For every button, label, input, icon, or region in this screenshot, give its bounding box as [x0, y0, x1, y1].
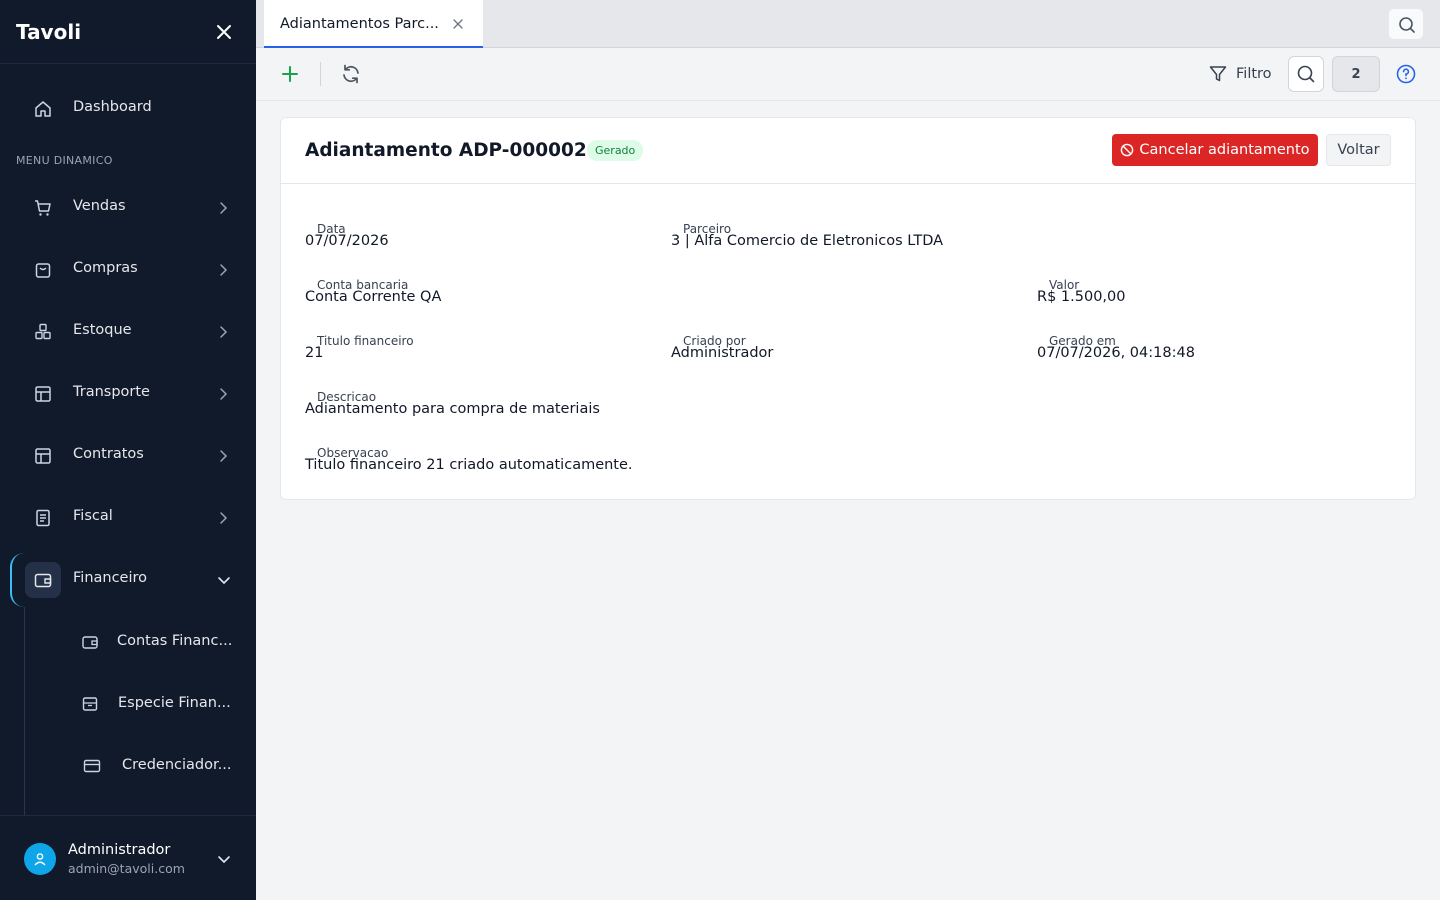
- sidebar-item-dashboard[interactable]: Dashboard: [0, 85, 256, 133]
- sidebar: Tavoli Dashboard MENU DINAMICO Vendas Co…: [0, 0, 256, 900]
- cancel-advance-label: Cancelar adiantamento: [1139, 142, 1310, 158]
- toolbar-divider: [320, 62, 321, 86]
- refresh-icon[interactable]: [339, 62, 363, 86]
- sidebar-item-label: Contratos: [73, 446, 144, 462]
- sidebar-item-compras[interactable]: Compras: [0, 246, 256, 294]
- filter-button[interactable]: Filtro: [1208, 62, 1272, 86]
- status-badge: Gerado: [587, 140, 644, 161]
- boxes-icon: [35, 323, 51, 340]
- tab-adiantamentos[interactable]: Adiantamentos Parc...: [264, 0, 483, 48]
- cart-icon: [35, 200, 51, 216]
- wallet-icon: [82, 636, 98, 649]
- layout-icon: [35, 448, 51, 464]
- sidebar-item-estoque[interactable]: Estoque: [0, 308, 256, 356]
- field-value-parceiro: 3 | Alfa Comercio de Eletronicos LTDA: [671, 233, 944, 249]
- field-value-criado: Administrador: [671, 345, 774, 361]
- receipt-icon: [36, 509, 50, 527]
- chevron-right-icon: [220, 202, 228, 214]
- field-value-observacao: Titulo financeiro 21 criado automaticame…: [305, 457, 633, 473]
- user-name: Administrador: [68, 842, 171, 858]
- help-icon[interactable]: [1396, 64, 1416, 84]
- sidebar-item-label: Estoque: [73, 322, 132, 338]
- tab-bar: Adiantamentos Parc...: [256, 0, 1440, 48]
- user-email: admin@tavoli.com: [68, 861, 185, 876]
- sidebar-subitem-label: Credenciador...: [122, 757, 232, 773]
- field-value-descricao: Adiantamento para compra de materiais: [305, 401, 600, 417]
- sidebar-item-label: Fiscal: [73, 508, 113, 524]
- sidebar-item-contratos[interactable]: Contratos: [0, 432, 256, 480]
- detail-card: Adiantamento ADP-000002 Gerado Cancelar …: [280, 117, 1416, 500]
- chevron-down-icon: [218, 577, 230, 585]
- back-button[interactable]: Voltar: [1326, 134, 1391, 166]
- layout-icon: [35, 386, 51, 402]
- record-count-badge[interactable]: 2: [1332, 56, 1380, 92]
- chevron-right-icon: [220, 450, 228, 462]
- chevron-right-icon: [220, 326, 228, 338]
- chevron-down-icon[interactable]: [216, 851, 232, 867]
- cancel-advance-button[interactable]: Cancelar adiantamento: [1112, 134, 1318, 166]
- sidebar-item-label: Compras: [73, 260, 138, 276]
- sidebar-item-label: Financeiro: [73, 570, 148, 586]
- ban-icon: [1121, 143, 1134, 157]
- field-value-gerado: 07/07/2026, 04:18:48: [1037, 345, 1195, 361]
- sidebar-item-financeiro[interactable]: Financeiro: [0, 556, 256, 604]
- sidebar-subitem-label: Contas Financ...: [117, 633, 233, 649]
- field-value-data: 07/07/2026: [305, 233, 389, 249]
- close-icon[interactable]: [216, 24, 232, 40]
- home-icon: [35, 101, 51, 117]
- chevron-right-icon: [220, 264, 228, 276]
- field-label-titulo: Titulo financeiro: [317, 334, 414, 348]
- field-value-conta: Conta Corrente QA: [305, 289, 442, 305]
- global-search-button[interactable]: [1388, 8, 1424, 40]
- add-icon[interactable]: [278, 62, 302, 86]
- field-value-titulo: 21: [305, 345, 324, 361]
- sidebar-item-label: Dashboard: [73, 99, 152, 115]
- close-tab-icon[interactable]: [451, 17, 465, 31]
- sidebar-item-fiscal[interactable]: Fiscal: [0, 494, 256, 542]
- sidebar-item-label: Transporte: [73, 384, 150, 400]
- toolbar: Filtro 2: [256, 48, 1440, 101]
- card-header: Adiantamento ADP-000002 Gerado Cancelar …: [281, 118, 1415, 184]
- credit-card-icon: [83, 759, 101, 773]
- archive-icon: [82, 697, 98, 711]
- search-icon: [1399, 17, 1415, 33]
- filter-label: Filtro: [1236, 66, 1272, 82]
- search-button[interactable]: [1288, 56, 1324, 92]
- filter-icon: [1209, 66, 1227, 82]
- user-menu[interactable]: Administrador admin@tavoli.com: [0, 815, 256, 900]
- sidebar-item-vendas[interactable]: Vendas: [0, 184, 256, 232]
- sidebar-subitem-contas-financeiras[interactable]: Contas Financ...: [0, 622, 256, 662]
- chevron-right-icon: [220, 388, 228, 400]
- sidebar-item-transporte[interactable]: Transporte: [0, 370, 256, 418]
- sidebar-header: Tavoli: [0, 0, 256, 64]
- tab-label: Adiantamentos Parc...: [280, 16, 439, 32]
- shopping-bag-icon: [35, 263, 51, 278]
- sidebar-subitem-credenciador[interactable]: Credenciador...: [0, 746, 256, 786]
- menu-section-label: MENU DINAMICO: [16, 154, 113, 167]
- brand-logo: Tavoli: [16, 19, 82, 44]
- field-value-valor: R$ 1.500,00: [1037, 289, 1126, 305]
- search-icon: [1297, 65, 1315, 83]
- user-icon: [34, 853, 46, 866]
- chevron-right-icon: [220, 512, 228, 524]
- sidebar-subitem-label: Especie Finan...: [118, 695, 231, 711]
- avatar: [24, 843, 56, 875]
- sidebar-subitem-especie-financeira[interactable]: Especie Finan...: [0, 684, 256, 724]
- page-title: Adiantamento ADP-000002: [305, 140, 587, 161]
- sidebar-item-label: Vendas: [73, 198, 126, 214]
